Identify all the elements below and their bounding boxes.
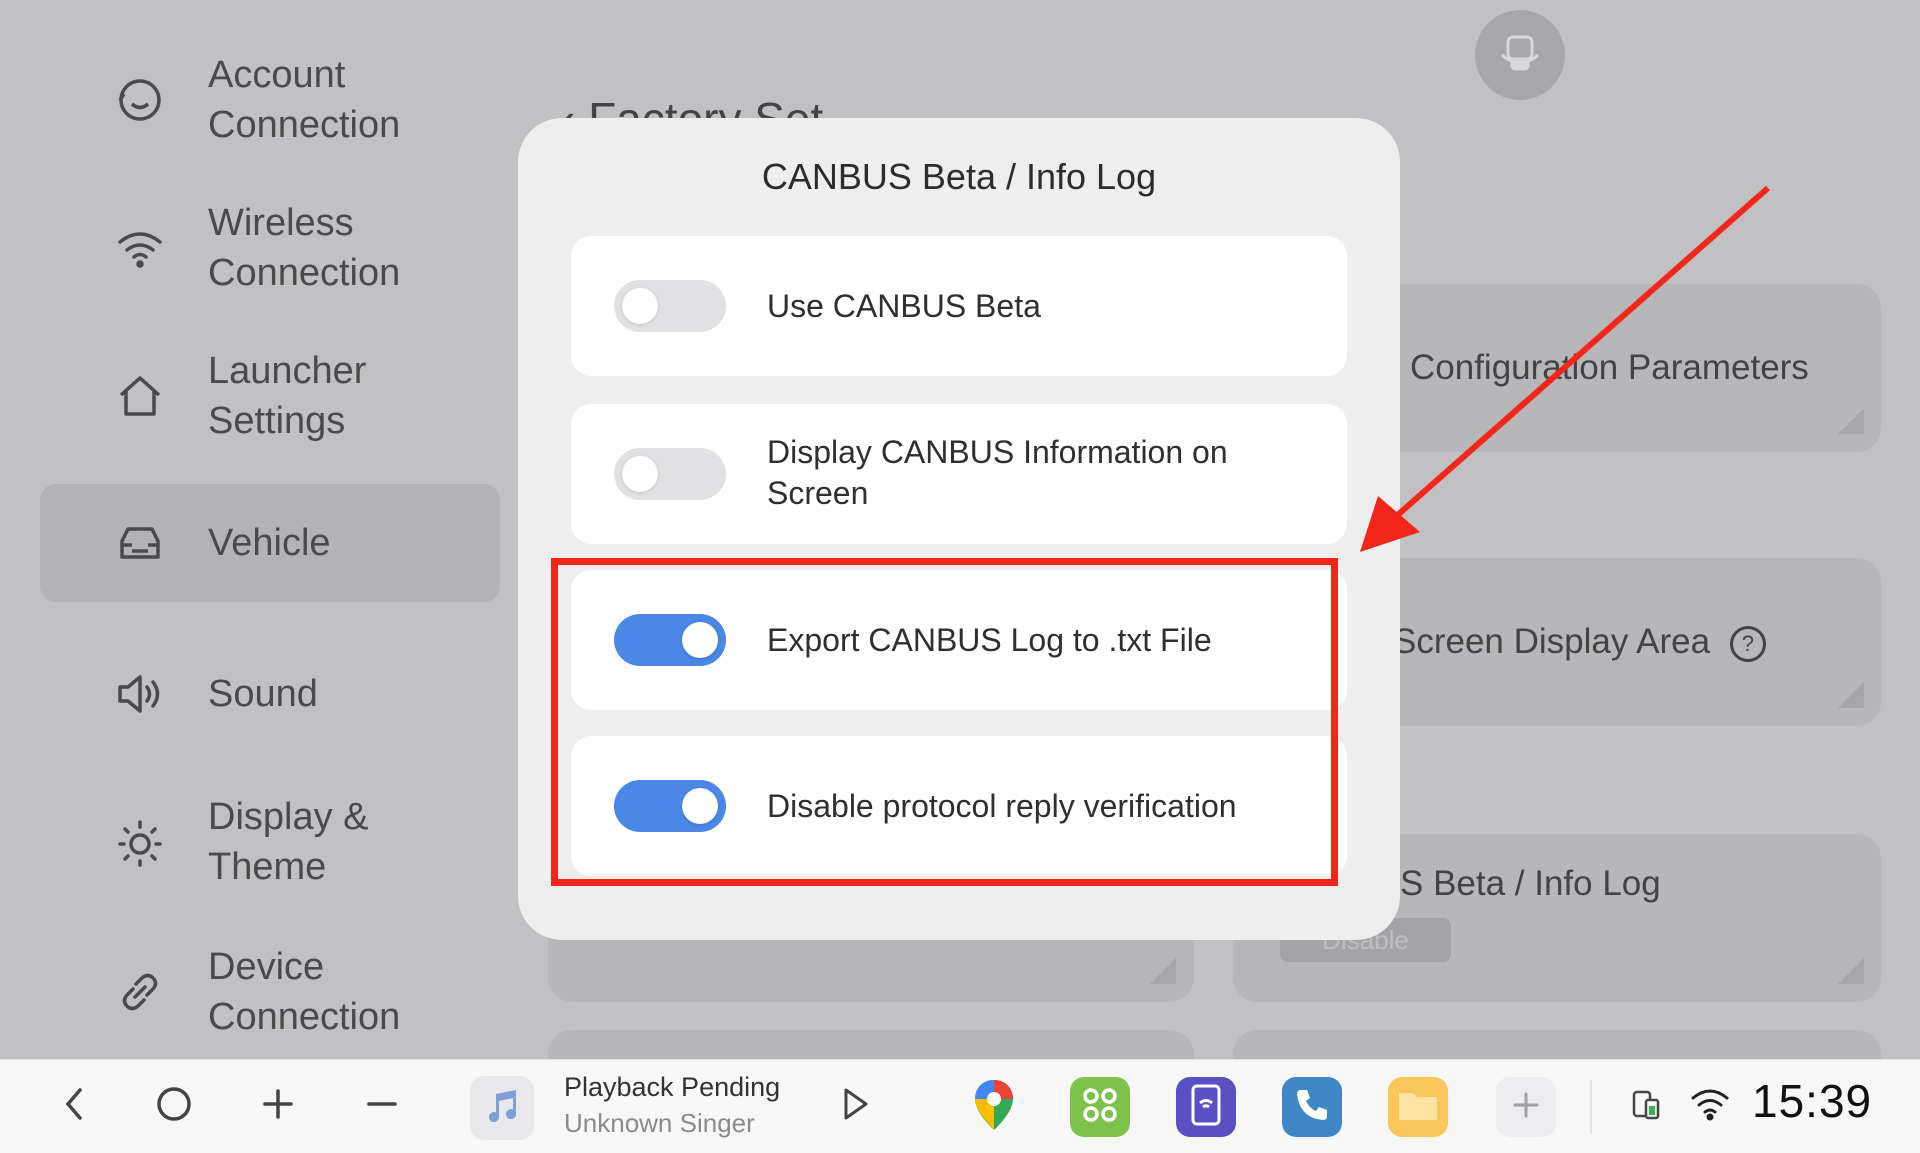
phone-icon — [1292, 1085, 1332, 1130]
home-button[interactable] — [148, 1060, 200, 1153]
plus-icon — [260, 1086, 296, 1127]
device-status[interactable] — [1626, 1060, 1666, 1153]
files-app[interactable] — [1388, 1077, 1448, 1137]
play-icon — [838, 1085, 872, 1128]
back-button[interactable] — [48, 1060, 100, 1153]
media-title: Playback Pending — [564, 1072, 781, 1102]
volume-up-button[interactable] — [252, 1060, 304, 1153]
annotation-arrow — [1360, 185, 1770, 552]
taskbar: Playback Pending Unknown Singer 15:39 — [0, 1059, 1920, 1153]
plus-icon — [1510, 1089, 1542, 1126]
circle-icon — [154, 1084, 194, 1129]
wifi-icon — [1689, 1086, 1731, 1127]
taskbar-divider — [1590, 1080, 1592, 1134]
folder-icon — [1396, 1085, 1440, 1130]
maps-app[interactable] — [964, 1077, 1024, 1137]
map-pin-icon — [970, 1077, 1018, 1138]
phone-link-app[interactable] — [1176, 1077, 1236, 1137]
phone-wifi-icon — [1188, 1083, 1224, 1132]
apps-app[interactable] — [1070, 1077, 1130, 1137]
clock: 15:39 — [1752, 1075, 1873, 1127]
play-button[interactable] — [830, 1060, 880, 1153]
media-artist: Unknown Singer — [564, 1108, 755, 1138]
phone-battery-icon — [1628, 1086, 1664, 1127]
media-artwork[interactable] — [470, 1076, 534, 1140]
add-app-button[interactable] — [1496, 1077, 1556, 1137]
volume-down-button[interactable] — [356, 1060, 408, 1153]
wifi-status[interactable] — [1688, 1060, 1732, 1153]
phone-app[interactable] — [1282, 1077, 1342, 1137]
chevron-left-icon — [59, 1084, 89, 1129]
music-note-icon — [482, 1086, 522, 1131]
minus-icon — [364, 1086, 400, 1127]
apps-grid-icon — [1080, 1085, 1120, 1130]
